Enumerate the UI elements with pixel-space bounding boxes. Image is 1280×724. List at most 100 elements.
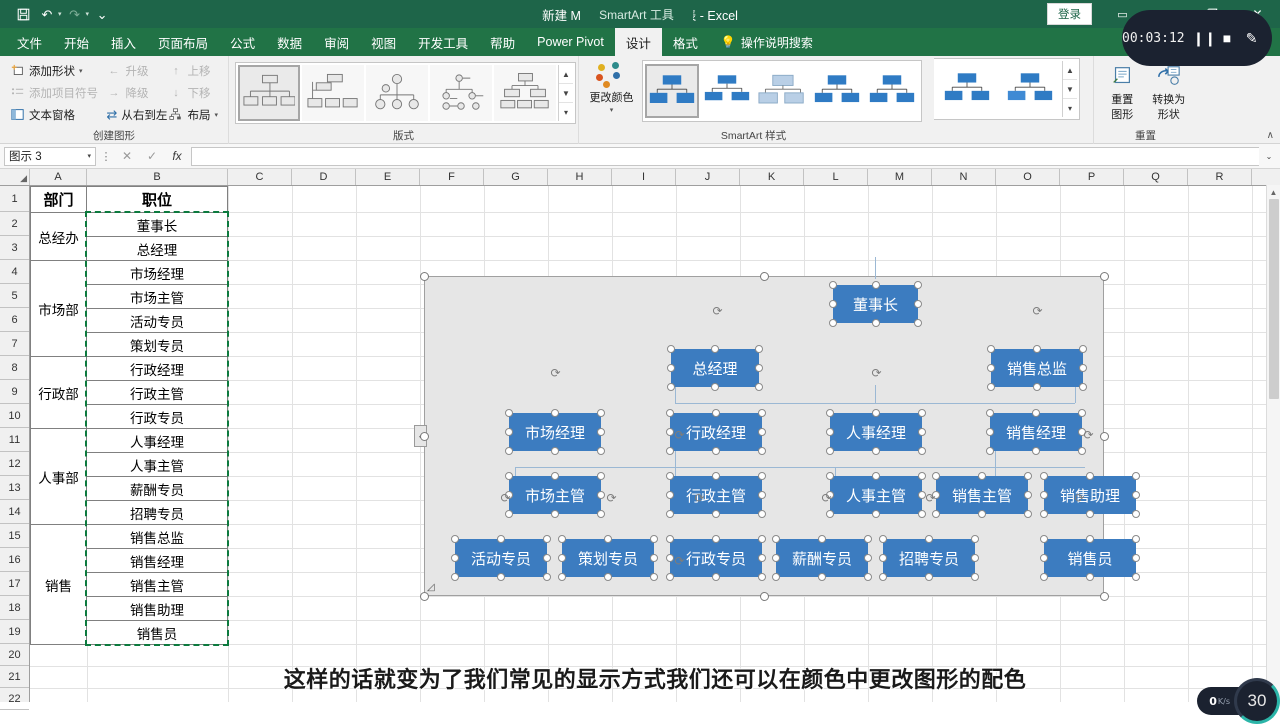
undo-caret-icon[interactable]: ▾	[58, 10, 62, 18]
node-sales-supervisor[interactable]: 销售主管	[932, 472, 1032, 518]
tab-insert[interactable]: 插入	[100, 28, 147, 56]
tab-data[interactable]: 数据	[266, 28, 313, 56]
cell-A4-dept[interactable]: 市场部	[30, 260, 87, 357]
cell-B17[interactable]: 销售主管	[86, 572, 228, 597]
rotate-handle-adm-sup-icon[interactable]: ⟳	[693, 492, 706, 505]
row-header-16[interactable]: 16	[0, 548, 29, 572]
cancel-edit-icon[interactable]: ✕	[116, 149, 138, 163]
cell-B16[interactable]: 销售经理	[86, 548, 228, 573]
redo-icon[interactable]: ↷	[64, 4, 86, 24]
smartart-styles-gallery[interactable]	[642, 60, 922, 122]
row-header-2[interactable]: 2	[0, 212, 29, 236]
style-thumb-3[interactable]	[756, 64, 809, 118]
rotate-handle-mkt-sup2-icon[interactable]: ⟳	[605, 492, 618, 505]
network-speed-widget[interactable]: 0 K/s 30	[1197, 678, 1280, 724]
col-header-D[interactable]: D	[292, 169, 356, 185]
row-header-7[interactable]: 7	[0, 332, 29, 356]
layouts-gallery-scroll[interactable]: ▲ ▼ ▾	[558, 65, 573, 121]
col-header-H[interactable]: H	[548, 169, 612, 185]
row-header-6[interactable]: 6	[0, 308, 29, 332]
rotate-handle-gm-icon[interactable]: ⟳	[711, 305, 724, 318]
tab-formulas[interactable]: 公式	[219, 28, 266, 56]
smartart-handle-se[interactable]	[1100, 592, 1109, 601]
row-header-20[interactable]: 20	[0, 644, 29, 666]
formula-input[interactable]	[191, 146, 1259, 166]
col-header-G[interactable]: G	[484, 169, 548, 185]
row-header-17[interactable]: 17	[0, 572, 29, 596]
node-hr-supervisor[interactable]: 人事主管	[826, 472, 926, 518]
rotate-handle-sales-asst-icon[interactable]: ⟳	[1073, 492, 1086, 505]
row-header-14[interactable]: 14	[0, 500, 29, 524]
tab-format[interactable]: 格式	[662, 28, 709, 56]
insert-function-icon[interactable]: fx	[166, 149, 188, 163]
change-colors-button[interactable]: 更改颜色 ▾	[585, 58, 638, 114]
col-header-R[interactable]: R	[1188, 169, 1252, 185]
cell-B6[interactable]: 活动专员	[86, 308, 228, 333]
cell-area[interactable]: 部门 职位 总经办 市场部 行政部 人事部 销售 董事长 总经理 市场经理 市场…	[30, 186, 1280, 702]
performance-gauge[interactable]: 30	[1234, 678, 1280, 724]
row-header-10[interactable]: 10	[0, 404, 29, 428]
row-header-15[interactable]: 15	[0, 524, 29, 548]
expand-formula-bar-icon[interactable]: ⌄	[1262, 152, 1276, 161]
rotate-handle-sales-mgr-icon[interactable]: ⟳	[1082, 429, 1095, 442]
tab-view[interactable]: 视图	[360, 28, 407, 56]
layout-thumb-5[interactable]	[494, 65, 556, 121]
rotate-handle-hr-mgr-icon[interactable]: ⟳	[870, 367, 883, 380]
layouts-scroll-up-icon[interactable]: ▲	[559, 65, 573, 84]
node-general-manager[interactable]: 总经理	[667, 345, 763, 391]
tab-developer[interactable]: 开发工具	[407, 28, 479, 56]
row-header-1[interactable]: 1	[0, 186, 29, 212]
rotate-handle-mkt-mgr-icon[interactable]: ⟳	[549, 367, 562, 380]
cell-B3[interactable]: 总经理	[86, 236, 228, 261]
node-marketing-manager[interactable]: 市场经理	[505, 409, 605, 455]
row-header-19[interactable]: 19	[0, 620, 29, 644]
col-header-Q[interactable]: Q	[1124, 169, 1188, 185]
rotate-handle-sales-sup-icon[interactable]: ⟳	[924, 492, 937, 505]
recorder-pause-icon[interactable]: ❙❙	[1193, 30, 1216, 47]
layouts-scroll-down-icon[interactable]: ▼	[559, 84, 573, 103]
styles-more-icon[interactable]: ▾	[1063, 99, 1077, 117]
cell-B5[interactable]: 市场主管	[86, 284, 228, 309]
row-header-3[interactable]: 3	[0, 236, 29, 260]
tell-me-box[interactable]: 💡 操作说明搜索	[709, 28, 813, 56]
tab-power-pivot[interactable]: Power Pivot	[526, 28, 615, 56]
cell-A2-dept[interactable]: 总经办	[30, 212, 87, 261]
text-pane-button[interactable]: 文本窗格	[6, 104, 102, 125]
tab-design[interactable]: 设计	[614, 28, 662, 56]
row-header-18[interactable]: 18	[0, 596, 29, 620]
node-admin-supervisor[interactable]: 行政主管	[666, 472, 766, 518]
col-header-C[interactable]: C	[228, 169, 292, 185]
confirm-edit-icon[interactable]: ✓	[141, 149, 163, 163]
col-header-E[interactable]: E	[356, 169, 420, 185]
cell-B9[interactable]: 行政主管	[86, 380, 228, 405]
layouts-more-icon[interactable]: ▾	[559, 103, 573, 121]
ribbon-tab-strip[interactable]: 文件 开始 插入 页面布局 公式 数据 审阅 视图 开发工具 帮助 Power …	[0, 28, 1280, 56]
smartart-handle-w[interactable]	[420, 432, 429, 441]
select-all-corner[interactable]: ◢	[0, 169, 30, 185]
cell-B11[interactable]: 人事经理	[86, 428, 228, 453]
quick-access-toolbar[interactable]: ↶ ▾ ↷ ▾ ⌄	[0, 4, 113, 24]
layout-caret-icon[interactable]: ▾	[214, 111, 218, 119]
col-header-A[interactable]: A	[30, 169, 87, 185]
col-header-L[interactable]: L	[804, 169, 868, 185]
tab-review[interactable]: 审阅	[313, 28, 360, 56]
cell-B2[interactable]: 董事长	[86, 212, 228, 237]
col-header-O[interactable]: O	[996, 169, 1060, 185]
row-header-8[interactable]: 8	[0, 356, 29, 380]
cell-B18[interactable]: 销售助理	[86, 596, 228, 621]
recorder-pen-icon[interactable]: ✎	[1243, 30, 1260, 47]
customize-qat-icon[interactable]: ⌄	[91, 4, 113, 24]
smartart-graphic[interactable]: ‹ ◿	[414, 257, 1140, 601]
row-header-21[interactable]: 21	[0, 666, 29, 688]
cell-B12[interactable]: 人事主管	[86, 452, 228, 477]
collapse-ribbon-icon[interactable]: ∧	[1267, 130, 1274, 141]
vertical-scrollbar[interactable]: ▲	[1266, 185, 1280, 700]
node-sales-assistant[interactable]: 销售助理	[1040, 472, 1140, 518]
layouts-gallery[interactable]: ▲ ▼ ▾	[235, 62, 576, 124]
style-thumb-7[interactable]	[999, 62, 1060, 116]
smartart-handle-sw[interactable]	[420, 592, 429, 601]
col-header-I[interactable]: I	[612, 169, 676, 185]
cell-A1[interactable]: 部门	[30, 186, 87, 213]
cell-B7[interactable]: 策划专员	[86, 332, 228, 357]
smartart-handle-ne[interactable]	[1100, 272, 1109, 281]
